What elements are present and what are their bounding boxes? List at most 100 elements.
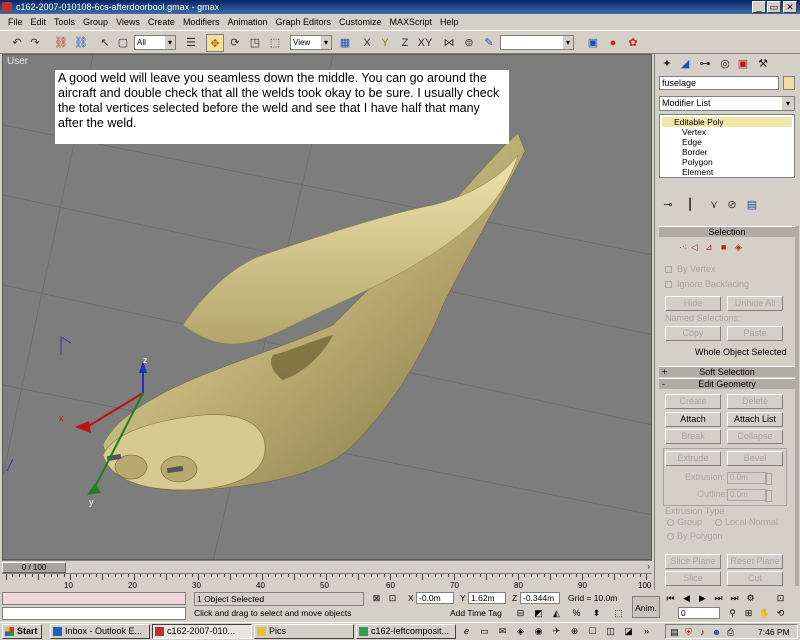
make-unique-icon[interactable]: ⋎ xyxy=(705,196,723,214)
attach-list-button[interactable]: Attach List xyxy=(727,412,783,427)
vertex-level-icon[interactable]: ·⁖ xyxy=(679,242,687,253)
track-bar[interactable]: 10 20 30 40 50 60 70 80 90 100 xyxy=(2,573,652,590)
render-icon[interactable]: ● xyxy=(604,34,622,52)
select-object-icon[interactable]: ↖ xyxy=(96,34,114,52)
by-vertex-checkbox[interactable] xyxy=(665,266,672,273)
crossing-select-icon[interactable]: ⬚ xyxy=(612,607,625,619)
current-frame-field[interactable]: 0 xyxy=(678,607,720,619)
percent-snap-icon[interactable]: % xyxy=(570,607,583,619)
panel-scrollbar[interactable] xyxy=(795,226,799,586)
edit-geometry-rollout-header[interactable]: - Edit Geometry xyxy=(659,378,795,389)
menu-edit[interactable]: Edit xyxy=(27,14,51,30)
add-time-tag-button[interactable]: Add Time Tag xyxy=(450,607,502,619)
modifier-stack[interactable]: Editable Poly Vertex Edge Border Polygon… xyxy=(659,114,795,178)
remove-modifier-icon[interactable]: ⊘ xyxy=(723,196,741,214)
time-slider[interactable]: 0 / 100 › xyxy=(2,560,652,573)
stack-item-element[interactable]: Element xyxy=(662,167,713,177)
named-selection-dropdown[interactable] xyxy=(500,35,574,50)
quick-render-icon[interactable]: ✿ xyxy=(624,34,642,52)
spinner-snap-icon[interactable]: ⬍ xyxy=(590,607,603,619)
attach-button[interactable]: Attach xyxy=(665,412,721,427)
animate-toggle-button[interactable]: Anim. xyxy=(632,596,660,618)
display-tab-icon[interactable]: ▣ xyxy=(735,56,751,72)
hierarchy-tab-icon[interactable]: ⊶ xyxy=(697,56,713,72)
stack-item-edge[interactable]: Edge xyxy=(662,137,702,147)
pivot-center-icon[interactable]: ▦ xyxy=(336,34,354,52)
min-max-toggle-icon[interactable]: ⊡ xyxy=(774,592,787,604)
collapse-button[interactable]: Collapse xyxy=(727,429,783,444)
select-move-icon[interactable]: ✥ xyxy=(206,34,224,52)
quick-launch-app4-icon[interactable]: ⊕ xyxy=(568,625,581,637)
maximize-button[interactable]: ▭ xyxy=(767,1,781,13)
cut-button[interactable]: Cut xyxy=(727,571,783,586)
restrict-y-icon[interactable]: Y xyxy=(376,34,394,52)
group-radio[interactable] xyxy=(667,519,674,526)
local-normal-radio[interactable] xyxy=(715,519,722,526)
absolute-mode-icon[interactable]: ⊡ xyxy=(386,592,399,604)
menu-maxscript[interactable]: MAXScript xyxy=(386,14,437,30)
arc-rotate-icon[interactable]: ⟲ xyxy=(774,607,787,619)
show-more-icon[interactable]: » xyxy=(640,625,653,637)
modifier-list-dropdown[interactable]: Modifier List ▾ xyxy=(659,96,795,111)
select-rotate-icon[interactable]: ⟳ xyxy=(226,34,244,52)
border-level-icon[interactable]: ⊿ xyxy=(705,242,713,253)
menu-graph-editors[interactable]: Graph Editors xyxy=(271,14,335,30)
menu-file[interactable]: File xyxy=(4,14,27,30)
create-tab-icon[interactable]: ✦ xyxy=(659,56,675,72)
quick-launch-ie-icon[interactable]: ℯ xyxy=(460,625,473,637)
chevron-down-icon[interactable]: ▾ xyxy=(782,97,794,110)
redo-icon[interactable]: ↷ xyxy=(26,34,44,52)
selection-rollout-header[interactable]: Selection xyxy=(659,226,795,237)
zoom-extents-icon[interactable]: ⊞ xyxy=(742,607,755,619)
paste-button[interactable]: Paste xyxy=(727,326,783,341)
break-button[interactable]: Break xyxy=(665,429,721,444)
network-icon[interactable]: ▤ xyxy=(668,626,681,638)
outline-spinner[interactable]: 0.0m xyxy=(727,489,772,502)
minimize-button[interactable]: _ xyxy=(752,1,766,13)
unhide-all-button[interactable]: Unhide All xyxy=(727,296,783,311)
go-to-start-icon[interactable]: ⏮ xyxy=(664,592,677,604)
antivirus-icon[interactable]: ⛨ xyxy=(682,626,695,638)
slice-plane-button[interactable]: Slice Plane xyxy=(665,554,721,569)
gmax-app-icon[interactable] xyxy=(2,2,12,12)
quick-launch-app6-icon[interactable]: ◫ xyxy=(604,625,617,637)
extrusion-spinner[interactable]: 0.0m xyxy=(727,472,772,485)
reference-coord-dropdown[interactable]: View xyxy=(290,35,332,50)
printer-icon[interactable]: ⎙ xyxy=(724,626,737,638)
bevel-button[interactable]: Bevel xyxy=(727,451,783,466)
show-end-result-icon[interactable]: ┃ xyxy=(681,196,699,214)
material-editor-icon[interactable]: ▣ xyxy=(584,34,602,52)
menu-modifiers[interactable]: Modifiers xyxy=(179,14,224,30)
menu-group[interactable]: Group xyxy=(79,14,112,30)
restrict-x-icon[interactable]: X xyxy=(358,34,376,52)
zoom-icon[interactable]: ⚲ xyxy=(726,607,739,619)
copy-button[interactable]: Copy xyxy=(665,326,721,341)
previous-frame-icon[interactable]: ◀ xyxy=(680,592,693,604)
element-level-icon[interactable]: ◈ xyxy=(735,242,742,253)
taskbar-item-pics[interactable]: Pics xyxy=(254,624,354,639)
messenger-icon[interactable]: ☻ xyxy=(710,626,723,638)
utilities-tab-icon[interactable]: ⚒ xyxy=(755,56,771,72)
menu-views[interactable]: Views xyxy=(112,14,144,30)
quick-launch-mail-icon[interactable]: ✉ xyxy=(496,625,509,637)
x-coord-field[interactable]: -0.0m xyxy=(416,592,454,604)
hide-button[interactable]: Hide xyxy=(665,296,721,311)
next-frame-icon[interactable]: › xyxy=(647,562,650,571)
time-config-icon[interactable]: ⚙ xyxy=(744,592,757,604)
object-name-field[interactable]: fuselage xyxy=(659,76,779,90)
motion-tab-icon[interactable]: ◎ xyxy=(717,56,733,72)
user-viewport[interactable]: User z x y A good weld will leave you se… xyxy=(2,54,652,560)
taskbar-item-outlook[interactable]: Inbox - Outlook E... xyxy=(50,624,150,639)
reset-plane-button[interactable]: Reset Plane xyxy=(727,554,783,569)
snaps-toggle-icon[interactable]: ◩ xyxy=(532,607,545,619)
soft-selection-rollout-header[interactable]: + Soft Selection xyxy=(659,366,795,377)
extrude-button[interactable]: Extrude xyxy=(665,451,721,466)
pan-icon[interactable]: ✋ xyxy=(758,607,771,619)
menu-animation[interactable]: Animation xyxy=(223,14,271,30)
delete-button[interactable]: Delete xyxy=(727,394,783,409)
key-mode-icon[interactable]: ⊟ xyxy=(514,607,527,619)
quick-launch-app3-icon[interactable]: ✈ xyxy=(550,625,563,637)
object-color-swatch[interactable] xyxy=(783,76,795,90)
stack-item-border[interactable]: Border xyxy=(662,147,708,157)
hierarchy-icon[interactable]: ⬚ xyxy=(266,34,284,52)
